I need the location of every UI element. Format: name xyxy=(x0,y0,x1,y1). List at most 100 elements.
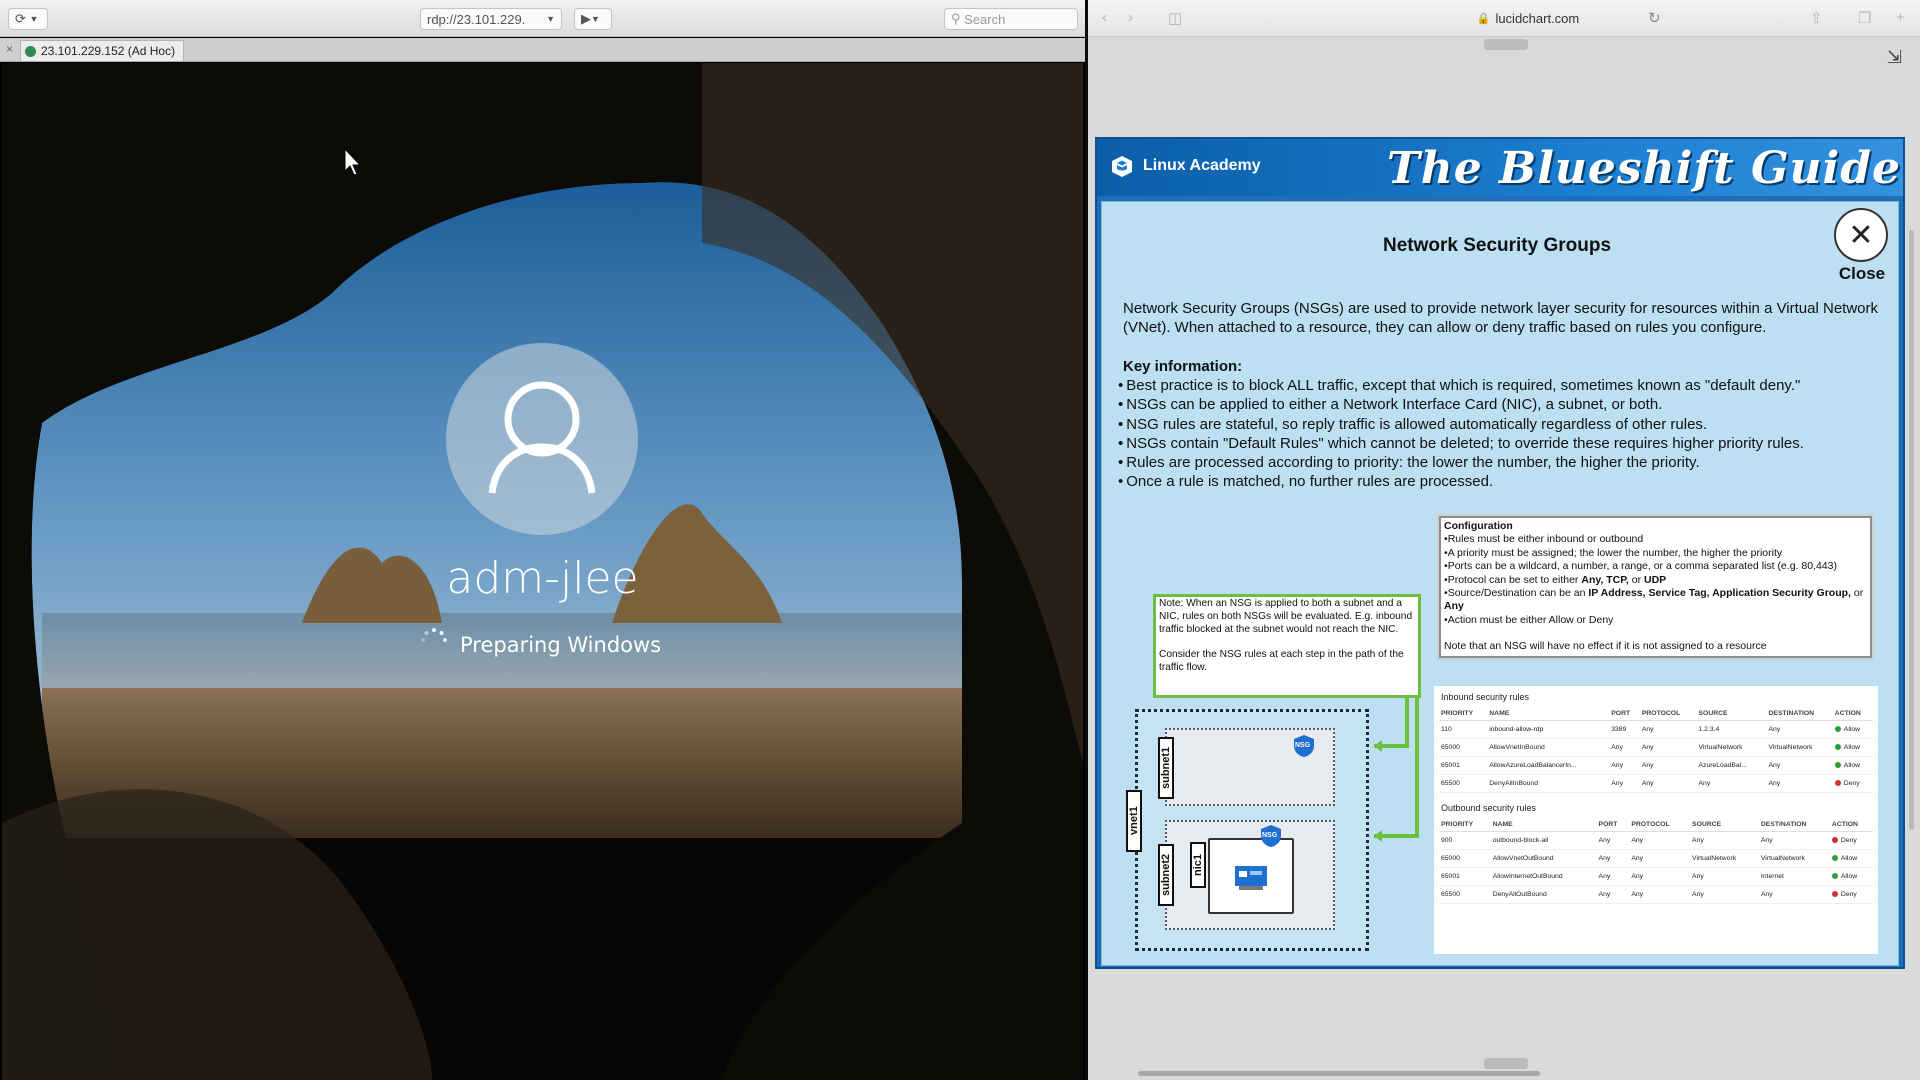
nsg-label: NSG xyxy=(1295,742,1311,749)
column-header: ACTION xyxy=(1829,818,1873,832)
cell: Any xyxy=(1758,885,1830,904)
bottom-drag-handle[interactable] xyxy=(1484,1058,1528,1069)
cell: AllowInternetOutBound xyxy=(1490,867,1597,886)
column-header: PROTOCOL xyxy=(1629,818,1691,832)
rdp-toolbar: ⟳ ▼ rdp://23.101.229. ▼ ▶ ▼ ⚲ Search xyxy=(0,0,1085,37)
cell: Any xyxy=(1609,756,1640,775)
address-bar[interactable]: 🔒 lucidchart.com xyxy=(1288,4,1768,33)
cell: Any xyxy=(1596,885,1630,904)
column-header: PROTOCOL xyxy=(1639,707,1697,721)
chevron-down-icon: ▼ xyxy=(29,14,39,24)
cell: 65500 xyxy=(1439,774,1488,793)
close-icon: ✕ xyxy=(1848,218,1874,252)
config-or: or xyxy=(1850,587,1864,600)
back-icon[interactable]: ‹ xyxy=(1102,9,1107,26)
allow-status-icon xyxy=(1831,855,1838,862)
action-cell: Deny xyxy=(1832,774,1873,793)
cell: 65001 xyxy=(1439,867,1491,886)
list-item: NSGs contain "Default Rules" which canno… xyxy=(1118,434,1878,453)
play-menu-button[interactable]: ▶ ▼ xyxy=(574,8,612,30)
reload-icon[interactable]: ↻ xyxy=(1648,9,1661,27)
cell: Any xyxy=(1629,867,1691,886)
column-header: NAME xyxy=(1490,818,1597,832)
action-label: Allow xyxy=(1843,726,1861,733)
close-label[interactable]: Close xyxy=(1832,264,1892,284)
cell: Any xyxy=(1629,885,1691,904)
cell: VirtualNetwork xyxy=(1696,738,1767,757)
linux-academy-logo-icon xyxy=(1112,156,1132,177)
config-line: Source/Destination can be an xyxy=(1447,587,1589,600)
cell: AllowVnetOutBound xyxy=(1490,849,1597,868)
cell: AzureLoadBal... xyxy=(1696,756,1767,775)
share-icon[interactable]: ⇧ xyxy=(1810,9,1823,27)
top-drag-handle[interactable] xyxy=(1484,39,1528,50)
table-row: 900 outbound-block-all Any Any Any Any Deny xyxy=(1439,831,1873,850)
action-label: Allow xyxy=(1840,873,1858,880)
tabs-icon[interactable]: ❐ xyxy=(1858,9,1871,27)
action-cell: Deny xyxy=(1829,831,1873,850)
config-source-values: IP Address, Service Tag, Application Sec… xyxy=(1588,587,1851,600)
traffic-flow-arrows xyxy=(1374,696,1419,842)
list-item: Once a rule is matched, no further rules… xyxy=(1118,472,1878,491)
brand-name: Linux Academy xyxy=(1143,157,1261,174)
nic-box xyxy=(1208,838,1294,914)
key-info-list: Best practice is to block ALL traffic, e… xyxy=(1118,376,1878,492)
address-field[interactable]: rdp://23.101.229. ▼ xyxy=(420,8,562,30)
search-icon: ⚲ xyxy=(951,11,961,26)
exit-fullscreen-icon[interactable]: ⇲ xyxy=(1887,47,1902,68)
user-avatar[interactable] xyxy=(446,343,638,535)
column-header: PRIORITY xyxy=(1439,707,1488,721)
subnet2-label: subnet2 xyxy=(1158,844,1174,906)
outbound-caption: Outbound security rules xyxy=(1441,803,1537,813)
cell: Any xyxy=(1609,738,1640,757)
url-text: lucidchart.com xyxy=(1495,11,1580,26)
config-footer: Note that an NSG will have no effect if … xyxy=(1444,640,1767,653)
table-row: 65001 AllowAzureLoadBalancerIn... Any Any Az… xyxy=(1439,756,1873,775)
allow-status-icon xyxy=(1834,726,1841,733)
column-header: PORT xyxy=(1596,818,1630,832)
sidebar-icon[interactable]: ◫ xyxy=(1168,9,1182,27)
deny-status-icon xyxy=(1834,780,1841,787)
cell: Any xyxy=(1609,774,1640,793)
cell: 65000 xyxy=(1439,738,1488,757)
key-info-heading: Key information: xyxy=(1123,358,1243,375)
cell: 65001 xyxy=(1439,756,1488,775)
outbound-rules-table: PRIORITY NAME PORT PROTOCOL SOURCE DESTI… xyxy=(1439,818,1873,904)
cell: Any xyxy=(1758,831,1830,850)
horizontal-scrollbar[interactable] xyxy=(1138,1071,1540,1076)
address-text: rdp://23.101.229. xyxy=(427,11,526,27)
table-row: 65000 AllowVnetOutBound Any Any VirtualNetwo… xyxy=(1439,849,1873,868)
cell: Any xyxy=(1696,774,1767,793)
config-or: or xyxy=(1628,573,1644,586)
cell: DenyAllOutBound xyxy=(1490,885,1597,904)
allow-status-icon xyxy=(1831,873,1838,880)
nsg-note-box: Note: When an NSG is applied to both a s… xyxy=(1153,594,1421,698)
close-button[interactable]: ✕ xyxy=(1834,208,1888,262)
cell: Any xyxy=(1639,720,1697,739)
search-field[interactable]: ⚲ Search xyxy=(944,8,1078,30)
cell: Any xyxy=(1629,831,1691,850)
action-label: Allow xyxy=(1843,762,1861,769)
search-placeholder: Search xyxy=(964,11,1006,27)
action-cell: Allow xyxy=(1832,720,1873,739)
cell: Any xyxy=(1639,738,1697,757)
config-line: Protocol can be set to either xyxy=(1447,573,1582,586)
vnet-label: vnet1 xyxy=(1126,790,1142,852)
table-row: 65500 DenyAllOutBound Any Any Any Any Deny xyxy=(1439,885,1873,904)
action-label: Allow xyxy=(1840,855,1858,862)
security-rules-panel: Inbound security rules PRIORITY NAME POR… xyxy=(1434,686,1878,954)
action-cell: Allow xyxy=(1832,738,1873,757)
config-protocol-last: UDP xyxy=(1644,573,1667,586)
action-label: Deny xyxy=(1843,780,1860,787)
action-cell: Allow xyxy=(1832,756,1873,775)
forward-icon[interactable]: › xyxy=(1128,9,1133,26)
vertical-scrollbar[interactable] xyxy=(1909,230,1914,830)
list-item: NSG rules are stateful, so reply traffic… xyxy=(1118,415,1878,434)
close-tab-icon[interactable]: × xyxy=(6,42,13,56)
tab-rdp-session[interactable]: 23.101.229.152 (Ad Hoc) xyxy=(20,40,185,61)
table-row: 65500 DenyAllInBound Any Any Any Any Deny xyxy=(1439,774,1873,793)
brand: Linux Academy xyxy=(1109,153,1261,179)
action-cell: Allow xyxy=(1829,867,1873,886)
connection-menu-button[interactable]: ⟳ ▼ xyxy=(8,8,48,30)
new-tab-icon[interactable]: + xyxy=(1896,9,1905,26)
